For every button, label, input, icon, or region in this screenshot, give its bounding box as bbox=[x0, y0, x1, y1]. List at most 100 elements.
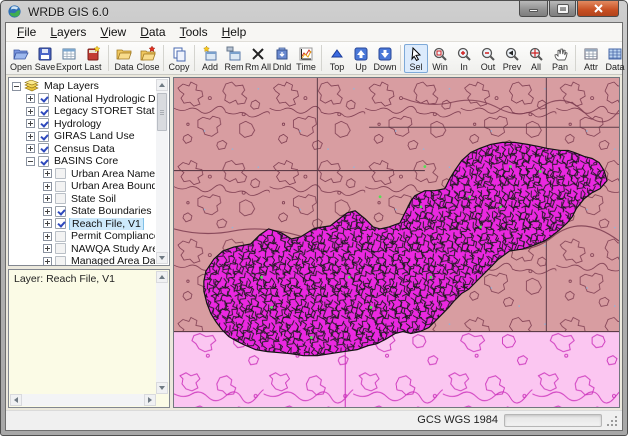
layer-checkbox[interactable] bbox=[38, 106, 49, 117]
progress-gauge bbox=[504, 414, 602, 427]
tree-item-state-soil[interactable]: State Soil bbox=[12, 193, 155, 206]
expand-icon[interactable] bbox=[43, 244, 52, 253]
toolbar-button-rem[interactable]: Rem bbox=[222, 44, 246, 73]
tree-item-nawqa[interactable]: NAWQA Study Area Un bbox=[12, 243, 155, 256]
tree-item-label: Managed Area Databas bbox=[69, 255, 155, 266]
collapse-icon[interactable] bbox=[12, 82, 21, 91]
expand-icon[interactable] bbox=[43, 219, 52, 228]
scroll-up-arrow-icon[interactable] bbox=[156, 271, 168, 283]
maximize-button[interactable] bbox=[549, 1, 576, 17]
expand-icon[interactable] bbox=[43, 257, 52, 266]
toolbar-button-attr[interactable]: Attr bbox=[579, 44, 603, 73]
layer-checkbox[interactable] bbox=[55, 218, 66, 229]
toolbar-button-up[interactable]: Up bbox=[349, 44, 373, 73]
toolbar-button-sel[interactable]: Sel bbox=[404, 44, 428, 73]
toolbar-button-all[interactable]: All bbox=[524, 44, 548, 73]
expand-icon[interactable] bbox=[43, 232, 52, 241]
tree-item-state-boundaries[interactable]: State Boundaries bbox=[12, 205, 155, 218]
tree-item-nhd[interactable]: National Hydrologic Dataset bbox=[12, 93, 155, 106]
layer-checkbox[interactable] bbox=[55, 231, 66, 242]
map-canvas[interactable] bbox=[174, 78, 619, 407]
info-horizontal-scrollbar[interactable] bbox=[10, 394, 156, 406]
expand-icon[interactable] bbox=[43, 182, 52, 191]
expand-icon[interactable] bbox=[26, 144, 35, 153]
tree-item-reach-file[interactable]: Reach File, V1 bbox=[12, 218, 155, 231]
toolbar-button-pan[interactable]: Pan bbox=[548, 44, 572, 73]
expand-icon[interactable] bbox=[26, 119, 35, 128]
toolbar-label: Data bbox=[606, 62, 625, 72]
toolbar-button-open[interactable]: Open bbox=[9, 44, 33, 73]
tree-item-giras[interactable]: GIRAS Land Use bbox=[12, 130, 155, 143]
layer-checkbox[interactable] bbox=[55, 193, 66, 204]
layer-info-text: Layer: Reach File, V1 bbox=[9, 270, 169, 288]
tree-item-map-layers[interactable]: Map Layers bbox=[12, 80, 155, 93]
tree-item-urban-names[interactable]: Urban Area Names bbox=[12, 168, 155, 181]
scroll-left-arrow-icon[interactable] bbox=[10, 394, 22, 406]
tree-scrollbar[interactable] bbox=[156, 79, 168, 264]
layer-checkbox[interactable] bbox=[38, 93, 49, 104]
menu-data[interactable]: Data bbox=[133, 24, 172, 40]
tree-item-urban-boundaries[interactable]: Urban Area Boundaries bbox=[12, 180, 155, 193]
layer-checkbox[interactable] bbox=[38, 143, 49, 154]
expand-icon[interactable] bbox=[26, 107, 35, 116]
toolbar-label: Copy bbox=[169, 62, 190, 72]
toolbar-button-data-table[interactable]: Data bbox=[603, 44, 627, 73]
toolbar-button-time[interactable]: Time bbox=[294, 44, 318, 73]
layer-checkbox[interactable] bbox=[55, 206, 66, 217]
resize-grip-icon[interactable] bbox=[606, 415, 619, 428]
toolbar-label: Time bbox=[296, 62, 316, 72]
toolbar-button-win[interactable]: Win bbox=[428, 44, 452, 73]
layer-checkbox[interactable] bbox=[55, 168, 66, 179]
toolbar-button-data-folder[interactable]: Data bbox=[112, 44, 136, 73]
menu-help[interactable]: Help bbox=[215, 24, 254, 40]
toolbar-button-in[interactable]: In bbox=[452, 44, 476, 73]
menu-view[interactable]: View bbox=[93, 24, 133, 40]
toolbar-label: Close bbox=[137, 62, 160, 72]
tree-item-managed-area[interactable]: Managed Area Databas bbox=[12, 255, 155, 266]
scroll-down-arrow-icon[interactable] bbox=[156, 252, 168, 264]
toolbar-button-out[interactable]: Out bbox=[476, 44, 500, 73]
toolbar-button-top[interactable]: Top bbox=[325, 44, 349, 73]
menu-layers[interactable]: Layers bbox=[43, 24, 93, 40]
tree-item-storet[interactable]: Legacy STORET Stations bbox=[12, 105, 155, 118]
title-bar[interactable]: WRDB GIS 6.0 bbox=[1, 1, 627, 22]
layer-checkbox[interactable] bbox=[55, 243, 66, 254]
expand-icon[interactable] bbox=[43, 169, 52, 178]
expand-icon[interactable] bbox=[43, 207, 52, 216]
info-vertical-scrollbar[interactable] bbox=[156, 271, 168, 394]
toolbar-button-down[interactable]: Down bbox=[373, 44, 397, 73]
toolbar-button-export[interactable]: Export bbox=[57, 44, 81, 73]
tree-item-permit-compliance[interactable]: Permit Compliance Sys bbox=[12, 230, 155, 243]
toolbar-button-copy[interactable]: Copy bbox=[167, 44, 191, 73]
menu-file[interactable]: File bbox=[10, 24, 43, 40]
minimize-button[interactable] bbox=[519, 1, 548, 17]
toolbar-button-prev[interactable]: Prev bbox=[500, 44, 524, 73]
last-icon bbox=[85, 46, 101, 62]
tree-item-label: NAWQA Study Area Un bbox=[69, 243, 155, 255]
layer-checkbox[interactable] bbox=[38, 131, 49, 142]
toolbar-button-dnld[interactable]: Dnld bbox=[270, 44, 294, 73]
layer-checkbox[interactable] bbox=[38, 118, 49, 129]
toolbar-button-last[interactable]: Last bbox=[81, 44, 105, 73]
tree-item-census[interactable]: Census Data bbox=[12, 143, 155, 156]
expand-icon[interactable] bbox=[26, 132, 35, 141]
toolbar-button-add[interactable]: Add bbox=[198, 44, 222, 73]
layer-checkbox[interactable] bbox=[55, 181, 66, 192]
collapse-icon[interactable] bbox=[26, 157, 35, 166]
scroll-up-arrow-icon[interactable] bbox=[156, 79, 168, 91]
expand-icon[interactable] bbox=[26, 94, 35, 103]
tree-item-hydrology[interactable]: Hydrology bbox=[12, 118, 155, 131]
scroll-right-arrow-icon[interactable] bbox=[144, 394, 156, 406]
scroll-down-arrow-icon[interactable] bbox=[156, 382, 168, 394]
layer-checkbox[interactable] bbox=[55, 256, 66, 266]
close-button[interactable] bbox=[577, 1, 619, 17]
scrollbar-thumb[interactable] bbox=[157, 93, 167, 131]
menu-tools[interactable]: Tools bbox=[173, 24, 215, 40]
layer-checkbox[interactable] bbox=[38, 156, 49, 167]
toolbar-button-save[interactable]: Save bbox=[33, 44, 57, 73]
tree-item-basins-core[interactable]: BASINS Core bbox=[12, 155, 155, 168]
tree-item-label: BASINS Core bbox=[52, 155, 120, 167]
toolbar-button-rm-all[interactable]: Rm All bbox=[246, 44, 270, 73]
toolbar-button-close-folder[interactable]: Close bbox=[136, 44, 160, 73]
expand-icon[interactable] bbox=[43, 194, 52, 203]
